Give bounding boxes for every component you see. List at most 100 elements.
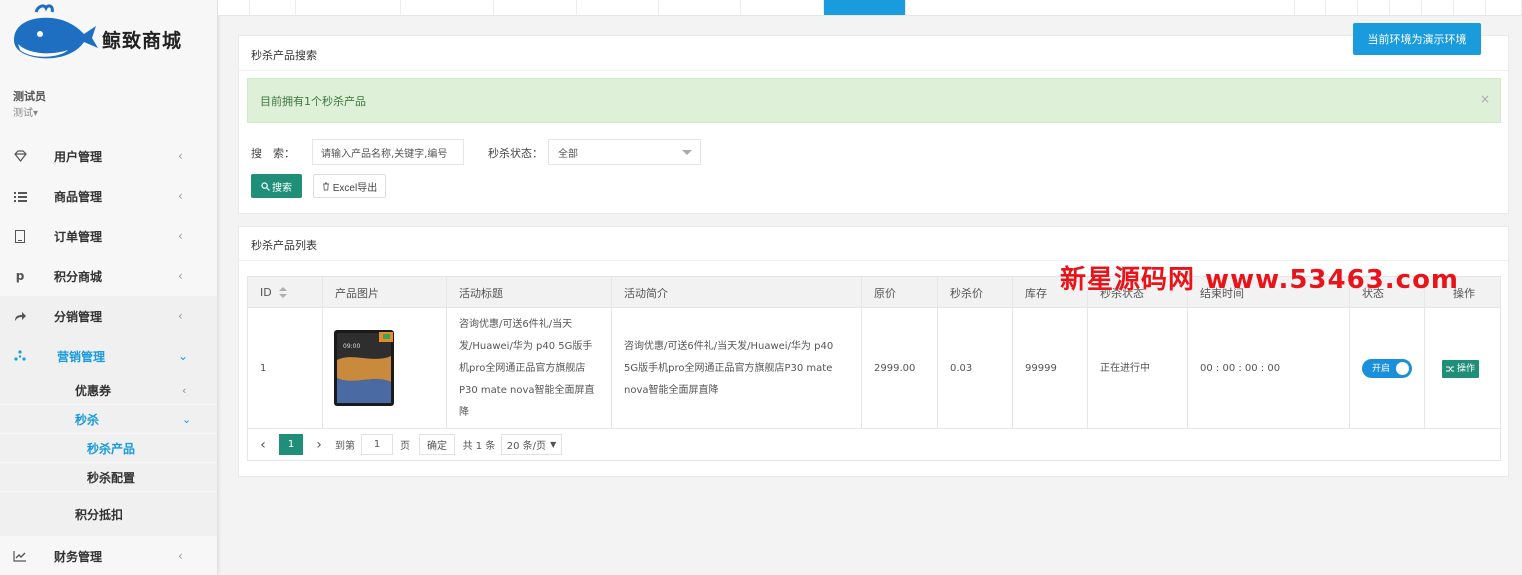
next-page-icon[interactable]: › — [313, 434, 325, 455]
sidebar-item-orders[interactable]: 订单管理 ‹ — [0, 216, 217, 256]
sidebar-item-label: 积分商城 — [54, 269, 103, 284]
chevron-left-icon: ‹ — [178, 149, 183, 163]
pagination: ‹ 1 › 到第 1 页 确定 共 1 条 20 条/页 ▼ — [247, 429, 1501, 461]
divider — [239, 70, 1508, 71]
tab[interactable] — [577, 0, 659, 15]
sidebar-item-label: 分销管理 — [54, 309, 103, 324]
sidebar-item-distribution[interactable]: 分销管理 ‹ — [0, 296, 217, 336]
page-number-current[interactable]: 1 — [279, 434, 303, 455]
confirm-button[interactable]: 确定 — [419, 434, 455, 455]
tab-nav-button[interactable] — [1326, 0, 1358, 15]
chevron-left-icon: ‹ — [178, 269, 183, 283]
alert-text: 目前拥有1个秒杀产品 — [260, 94, 366, 108]
sidebar-subitem-seckill[interactable]: 秒杀 ⌄ — [0, 405, 217, 433]
tab-active[interactable] — [824, 0, 906, 15]
intro-line: nova智能全面屏直降 — [624, 384, 719, 396]
tab[interactable] — [218, 0, 250, 15]
search-button-label: 搜索 — [272, 182, 292, 194]
sidebar-subitem-seckill-product[interactable]: 秒杀产品 — [0, 434, 217, 462]
close-icon[interactable]: × — [1480, 92, 1490, 106]
sidebar-item-label: 财务管理 — [54, 549, 103, 564]
goto-page-input[interactable]: 1 — [361, 434, 393, 455]
search-label: 搜 索： — [251, 147, 295, 160]
sidebar-item-label: 营销管理 — [57, 349, 106, 364]
chevron-down-icon: ⌄ — [182, 412, 192, 426]
sidebar-item-marketing[interactable]: 营销管理 ⌄ — [0, 336, 217, 376]
search-panel: 秒杀产品搜索 — [238, 35, 1509, 214]
excel-export-button[interactable]: Excel导出 — [313, 174, 386, 198]
status-select[interactable]: 全部 — [548, 139, 701, 165]
tab-nav-button[interactable] — [1486, 0, 1522, 15]
operation-label: 操作 — [1457, 363, 1476, 374]
chevron-down-icon: ⌄ — [178, 349, 189, 363]
file-icon — [12, 228, 28, 244]
sidebar-subitem-label: 秒杀 — [75, 412, 100, 427]
cell-product-image: 09:00 — [323, 308, 447, 429]
sidebar-subitem-coupon[interactable]: 优惠券 ‹ — [0, 376, 217, 404]
sidebar-item-products[interactable]: 商品管理 ‹ — [0, 176, 217, 216]
status-select-value: 全部 — [558, 148, 578, 160]
title-line: P30 mate nova智能全面屏直 — [459, 384, 595, 396]
title-line: 发/Huawei/华为 p40 5G版手 — [459, 340, 593, 352]
sidebar-item-label: 订单管理 — [54, 229, 103, 244]
sort-icon[interactable] — [278, 287, 287, 298]
sidebar-item-finance[interactable]: 财务管理 ‹ — [0, 536, 217, 575]
tab-nav-button[interactable] — [1454, 0, 1486, 15]
sidebar-subitem-seckill-config[interactable]: 秒杀配置 — [0, 463, 217, 491]
cell-end-time: 00 : 00 : 00 : 00 — [1188, 308, 1350, 429]
toggle-label: 开启 — [1372, 363, 1391, 374]
sidebar: 鲸致商城 测试员 测试▾ 用户管理 ‹ 商品管理 ‹ 订单管理 ‹ p 积分商城… — [0, 0, 218, 575]
tab[interactable] — [741, 0, 824, 15]
title-line: 机pro全网通正品官方旗舰店 — [459, 362, 586, 374]
panel-title: 秒杀产品列表 — [251, 239, 317, 252]
search-button[interactable]: 搜索 — [251, 174, 302, 198]
sidebar-item-points-mall[interactable]: p 积分商城 ‹ — [0, 256, 217, 296]
user-role-dropdown[interactable]: 测试▾ — [13, 104, 38, 119]
tab-nav-button[interactable] — [1422, 0, 1454, 15]
operation-button[interactable]: 操作 — [1442, 359, 1480, 378]
goto-label: 到第 — [335, 441, 355, 452]
excel-export-label: Excel导出 — [332, 182, 378, 194]
column-header-id[interactable]: ID — [248, 277, 323, 308]
tab[interactable] — [296, 0, 401, 15]
tab-nav-button[interactable] — [1390, 0, 1422, 15]
column-header: 活动标题 — [447, 277, 612, 308]
asterisk-icon — [12, 348, 28, 364]
seckill-table: ID 产品图片 活动标题 活动简介 原价 秒杀价 库存 秒杀状态 结束时间 状态… — [247, 276, 1501, 429]
sidebar-subitem-label: 积分抵扣 — [75, 507, 124, 522]
product-image[interactable]: 09:00 — [333, 329, 397, 408]
tab[interactable] — [250, 0, 296, 15]
page-size-select[interactable]: 20 条/页 ▼ — [501, 434, 562, 455]
demo-env-button[interactable]: 当前环境为演示环境 — [1353, 23, 1481, 55]
search-input[interactable]: 请输入产品名称,关键字,编号 — [312, 139, 464, 165]
logo: 鲸致商城 — [10, 0, 210, 66]
chevron-left-icon: ‹ — [178, 309, 183, 323]
sidebar-subitem-points-deduct[interactable]: 积分抵扣 — [0, 492, 217, 536]
tab-nav-button[interactable] — [1294, 0, 1326, 15]
chevron-left-icon: ‹ — [178, 229, 183, 243]
cell-stock: 99999 — [1013, 308, 1088, 429]
cell-original-price: 2999.00 — [862, 308, 938, 429]
column-header: 产品图片 — [323, 277, 447, 308]
page-size-value: 20 条/页 — [506, 441, 547, 452]
tab[interactable] — [494, 0, 577, 15]
cell-id: 1 — [248, 308, 323, 429]
page-unit-label: 页 — [400, 441, 410, 452]
panel-title: 秒杀产品搜索 — [251, 49, 317, 62]
svg-text:09:00: 09:00 — [343, 343, 360, 350]
sidebar-item-users[interactable]: 用户管理 ‹ — [0, 136, 217, 176]
column-header: 活动简介 — [612, 277, 862, 308]
prev-page-icon[interactable]: ‹ — [257, 434, 269, 455]
cell-seckill-price: 0.03 — [938, 308, 1013, 429]
tab-nav-button[interactable] — [1358, 0, 1390, 15]
tab[interactable] — [401, 0, 494, 15]
sidebar-subitem-label: 秒杀产品 — [87, 441, 136, 456]
sidebar-item-label: 用户管理 — [54, 149, 103, 164]
status-toggle[interactable]: 开启 — [1362, 359, 1412, 378]
user-name[interactable]: 测试员 — [13, 88, 46, 104]
column-header: 秒杀价 — [938, 277, 1013, 308]
line-chart-icon — [12, 548, 28, 564]
info-alert: 目前拥有1个秒杀产品 × — [247, 78, 1501, 123]
tab[interactable] — [659, 0, 741, 15]
intro-line: 咨询优惠/可送6件礼/当天发/Huawei/华为 p40 — [624, 340, 834, 352]
